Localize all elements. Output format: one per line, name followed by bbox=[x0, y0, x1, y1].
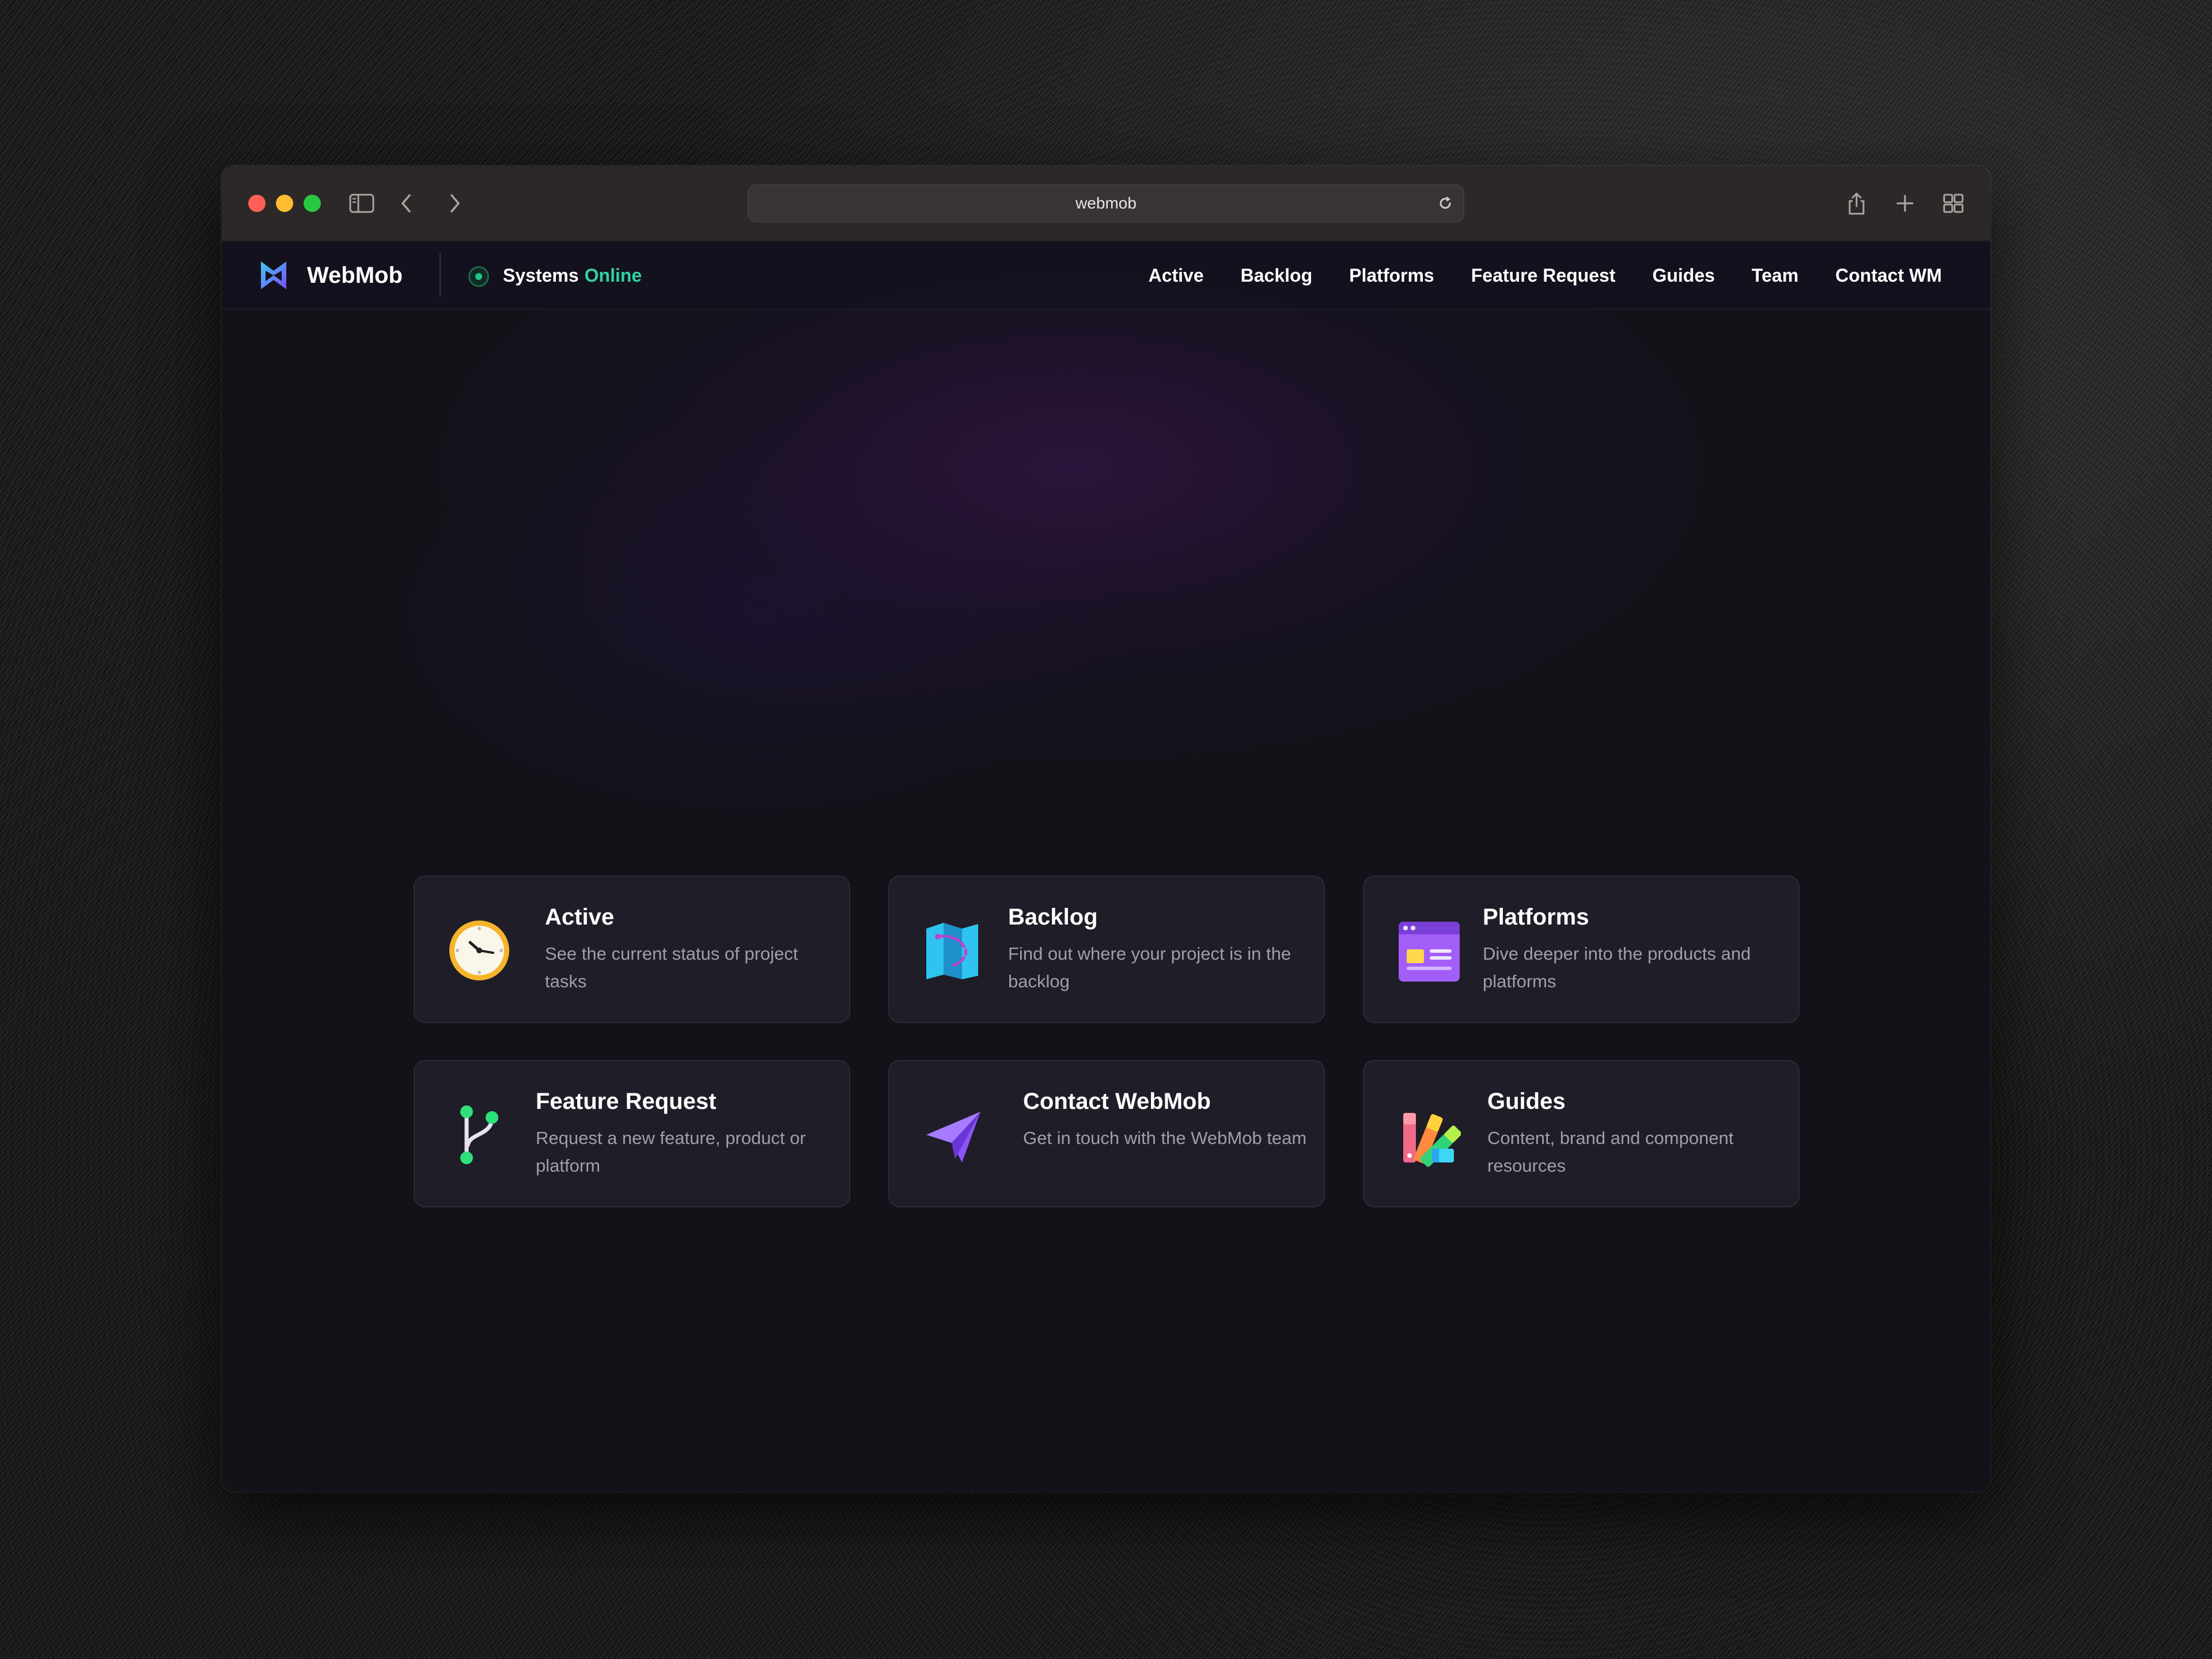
card-active[interactable]: Active See the current status of project… bbox=[414, 876, 850, 1023]
card-title: Active bbox=[545, 904, 615, 930]
card-title: Contact WebMob bbox=[1023, 1089, 1211, 1114]
status-indicator-icon bbox=[468, 266, 489, 287]
reload-icon[interactable] bbox=[1437, 195, 1454, 212]
tab-overview-icon[interactable] bbox=[1941, 189, 1966, 218]
header-divider bbox=[440, 253, 441, 297]
card-grid: Active See the current status of project… bbox=[414, 876, 1801, 1207]
card-description: Content, brand and component resources bbox=[1487, 1128, 1734, 1176]
site-header: WebMob Systems Online Active Backlog Pla… bbox=[222, 242, 1990, 310]
card-feature-request[interactable]: Feature Request Request a new feature, p… bbox=[414, 1060, 850, 1207]
webmob-site: WebMob Systems Online Active Backlog Pla… bbox=[222, 242, 1990, 1492]
card-description: Dive deeper into the products and platfo… bbox=[1483, 944, 1751, 991]
system-status: Systems Online bbox=[503, 242, 642, 309]
card-title: Guides bbox=[1487, 1089, 1566, 1114]
share-icon[interactable] bbox=[1845, 189, 1868, 218]
status-state: Online bbox=[584, 264, 642, 286]
status-label: Systems bbox=[503, 264, 579, 286]
card-platforms[interactable]: Platforms Dive deeper into the products … bbox=[1363, 876, 1800, 1023]
nav-guides[interactable]: Guides bbox=[1652, 265, 1714, 286]
card-guides[interactable]: Guides Content, brand and component reso… bbox=[1363, 1060, 1800, 1207]
color-swatches-icon bbox=[1403, 1113, 1461, 1167]
forward-arrow-icon[interactable] bbox=[444, 189, 467, 218]
card-title: Backlog bbox=[1008, 904, 1098, 930]
nav-team[interactable]: Team bbox=[1752, 265, 1798, 286]
browser-window-icon bbox=[1399, 922, 1460, 982]
clock-icon bbox=[449, 921, 509, 980]
browser-toolbar: webmob bbox=[222, 166, 1990, 242]
card-backlog[interactable]: Backlog Find out where your project is i… bbox=[888, 876, 1325, 1023]
nav-backlog[interactable]: Backlog bbox=[1241, 265, 1312, 286]
brand-name[interactable]: WebMob bbox=[307, 242, 403, 309]
card-description: Find out where your project is in the ba… bbox=[1008, 944, 1291, 991]
sidebar-toggle-icon[interactable] bbox=[347, 189, 376, 218]
nav-platforms[interactable]: Platforms bbox=[1349, 265, 1434, 286]
card-description: Request a new feature, product or platfo… bbox=[536, 1128, 806, 1176]
main-nav: Active Backlog Platforms Feature Request… bbox=[1149, 242, 1942, 309]
card-title: Platforms bbox=[1483, 904, 1589, 930]
url-text: webmob bbox=[1075, 194, 1137, 212]
webmob-logo-icon[interactable] bbox=[259, 259, 289, 291]
minimize-window-button[interactable] bbox=[276, 195, 293, 212]
close-window-button[interactable] bbox=[248, 195, 266, 212]
card-title: Feature Request bbox=[536, 1089, 717, 1114]
map-icon bbox=[926, 923, 978, 979]
nav-contact-wm[interactable]: Contact WM bbox=[1835, 265, 1942, 286]
git-branch-icon bbox=[460, 1105, 498, 1164]
paper-plane-icon bbox=[926, 1112, 980, 1162]
nav-feature-request[interactable]: Feature Request bbox=[1471, 265, 1616, 286]
browser-window: webmob WebMob Systems Online Active Back… bbox=[222, 166, 1990, 1492]
new-tab-icon[interactable] bbox=[1893, 189, 1916, 218]
address-bar[interactable]: webmob bbox=[748, 184, 1464, 222]
nav-active[interactable]: Active bbox=[1149, 265, 1204, 286]
card-description: Get in touch with the WebMob team bbox=[1023, 1128, 1307, 1148]
back-arrow-icon[interactable] bbox=[395, 189, 418, 218]
card-description: See the current status of project tasks bbox=[545, 944, 798, 991]
card-contact-webmob[interactable]: Contact WebMob Get in touch with the Web… bbox=[888, 1060, 1325, 1207]
maximize-window-button[interactable] bbox=[304, 195, 321, 212]
